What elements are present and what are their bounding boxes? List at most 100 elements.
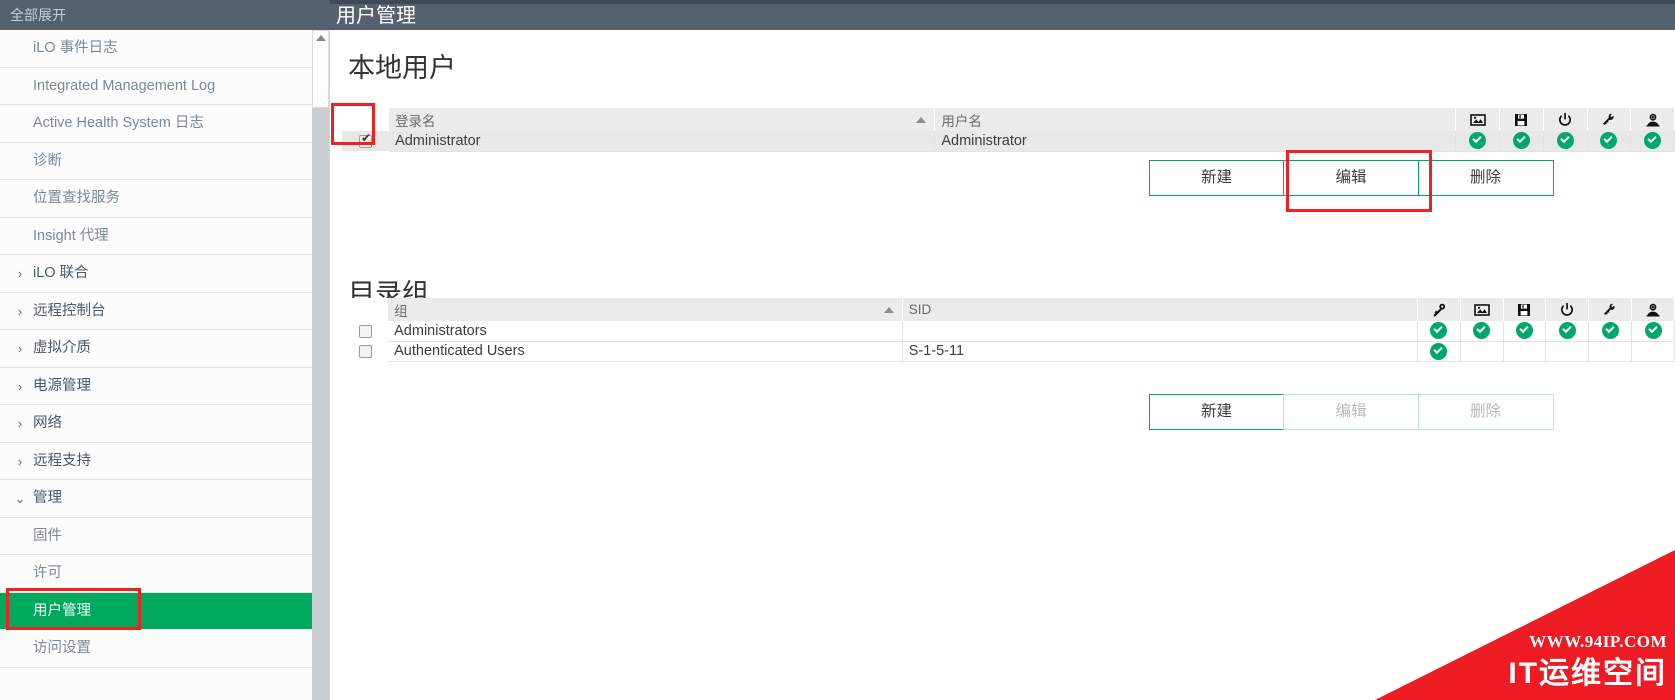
button-label: 删除: [1469, 403, 1501, 420]
sidebar-item-2[interactable]: Integrated Management Log: [0, 67, 312, 105]
column-header-group[interactable]: 组: [388, 298, 903, 321]
sidebar-item-label: 电源管理: [33, 377, 91, 394]
column-header-power-icon[interactable]: [1543, 108, 1588, 131]
row-checkbox[interactable]: [358, 324, 372, 338]
column-header-virtual-media-icon[interactable]: [1503, 298, 1547, 321]
sidebar-item-label: Active Health System 日志: [33, 115, 204, 131]
sidebar-item-13[interactable]: ⌄ 管理: [0, 480, 312, 518]
column-header-administer-users-icon[interactable]: [1631, 298, 1675, 321]
row-checkbox-cell[interactable]: [342, 131, 390, 151]
sidebar-item-label: 位置查找服务: [33, 190, 120, 206]
sidebar-item-10[interactable]: › 电源管理: [0, 367, 312, 405]
sidebar-item-5[interactable]: 位置查找服务: [0, 180, 312, 218]
chevron-right-icon[interactable]: ›: [12, 330, 28, 367]
sidebar-item-9[interactable]: › 虚拟介质: [0, 330, 312, 368]
cell-user_name: Administrator: [934, 131, 1457, 152]
administer-users-icon: [1645, 302, 1661, 318]
chevron-right-icon[interactable]: ›: [12, 368, 28, 405]
chevron-down-icon[interactable]: ⌄: [12, 480, 28, 517]
new-user-button[interactable]: 新建: [1148, 160, 1285, 196]
sidebar-nav[interactable]: iLO 事件日志 Integrated Management Log Active …: [0, 30, 312, 700]
sidebar-item-label: iLO 事件日志: [33, 40, 118, 56]
chevron-right-icon[interactable]: ›: [12, 255, 28, 292]
permission-granted-icon: [1469, 132, 1487, 150]
power-icon: [1559, 302, 1575, 318]
sidebar-scrollbar-track[interactable]: [312, 30, 329, 700]
sidebar-item-label: 网络: [33, 415, 62, 431]
cell-permission-power-icon: [1545, 341, 1590, 362]
scroll-up-arrow-icon[interactable]: [316, 35, 326, 41]
row-checkbox-cell[interactable]: [342, 321, 389, 341]
column-header-configure-settings-icon[interactable]: [1587, 108, 1632, 131]
cell-permission-administer-users-icon: [1631, 341, 1675, 362]
table-row[interactable]: AdministratorAdministrator: [342, 131, 1675, 152]
column-header-remote-console-icon[interactable]: [1460, 298, 1504, 321]
button-label: 编辑: [1335, 403, 1367, 420]
sidebar-item-14[interactable]: 固件: [0, 517, 312, 555]
column-header-label: 用户名: [941, 113, 982, 129]
sort-ascending-icon[interactable]: [883, 307, 894, 313]
column-header-sid[interactable]: SID: [902, 298, 1418, 321]
permission-granted-icon: [1558, 322, 1576, 340]
sidebar-item-12[interactable]: › 远程支持: [0, 442, 312, 480]
expand-all-button[interactable]: 全部展开: [0, 0, 330, 30]
sidebar-item-label: 诊断: [33, 152, 62, 169]
main-content: 本地用户 登录名 用户名 AdministratorAdministrator 新…: [330, 30, 1675, 700]
edit-group-button: 编辑: [1283, 394, 1419, 430]
sidebar-scrollbar-thumb[interactable]: [312, 30, 329, 108]
chevron-right-icon[interactable]: ›: [12, 293, 28, 330]
delete-group-button: 删除: [1417, 394, 1554, 430]
sidebar-item-16[interactable]: 用户管理: [0, 592, 312, 630]
column-header-configure-settings-icon[interactable]: [1588, 298, 1633, 321]
permission-granted-icon: [1644, 132, 1662, 150]
edit-user-button[interactable]: 编辑: [1283, 160, 1419, 196]
column-header-remote-console-icon[interactable]: [1455, 108, 1501, 131]
sort-ascending-icon[interactable]: [916, 117, 927, 123]
cell-permission-remote-console-icon: [1460, 321, 1504, 342]
sidebar-item-label: 管理: [33, 490, 62, 506]
permission-granted-icon: [1601, 322, 1619, 340]
row-checkbox[interactable]: [359, 132, 373, 148]
sidebar-item-label: 用户管理: [33, 602, 91, 619]
sidebar-item-4[interactable]: 诊断: [0, 142, 312, 180]
cell-permission-login-key-icon: [1417, 321, 1461, 342]
column-header-login_name[interactable]: 登录名: [389, 108, 936, 131]
ilo-user-management-page: 全部展开 用户管理 iLO 事件日志 Integrated Management …: [0, 0, 1675, 700]
column-header-administer-users-icon[interactable]: [1630, 108, 1675, 131]
cell-permission-virtual-media-icon: [1503, 321, 1547, 342]
sidebar-item-17[interactable]: 访问设置: [0, 630, 312, 668]
column-header-label: 登录名: [395, 113, 436, 129]
chevron-right-icon[interactable]: ›: [12, 405, 28, 442]
new-group-button[interactable]: 新建: [1148, 394, 1285, 430]
sidebar-item-6[interactable]: Insight 代理: [0, 217, 312, 255]
delete-user-button[interactable]: 删除: [1417, 160, 1554, 196]
sidebar-item-label: iLO 联合: [33, 265, 89, 281]
page-title: 用户管理: [336, 5, 416, 27]
cell-permission-remote-console-icon: [1455, 131, 1501, 152]
table-row[interactable]: Administrators: [342, 321, 1675, 342]
permission-granted-icon: [1430, 322, 1448, 340]
sidebar-item-15[interactable]: 许可: [0, 555, 312, 593]
row-checkbox-cell[interactable]: [342, 341, 389, 361]
column-header-login-key-icon[interactable]: [1417, 298, 1461, 321]
sidebar-item-11[interactable]: › 网络: [0, 405, 312, 443]
button-label: 新建: [1200, 403, 1232, 420]
select-all-header: [342, 298, 389, 321]
sidebar-item-label: 远程支持: [33, 452, 91, 469]
cell-permission-administer-users-icon: [1631, 321, 1675, 342]
sidebar-item-1[interactable]: iLO 事件日志: [0, 30, 312, 68]
column-header-virtual-media-icon[interactable]: [1499, 108, 1544, 131]
column-header-power-icon[interactable]: [1545, 298, 1590, 321]
configure-settings-icon: [1601, 112, 1617, 128]
permission-granted-icon: [1600, 132, 1618, 150]
table-row[interactable]: Authenticated Users S-1-5-11: [342, 341, 1675, 362]
column-header-user_name[interactable]: 用户名: [934, 108, 1457, 131]
row-checkbox[interactable]: [358, 344, 372, 358]
sidebar-item-8[interactable]: › 远程控制台: [0, 292, 312, 330]
cell-permission-administer-users-icon: [1630, 131, 1675, 152]
permission-granted-icon: [1430, 342, 1448, 360]
sidebar-item-3[interactable]: Active Health System 日志: [0, 105, 312, 143]
chevron-right-icon[interactable]: ›: [12, 443, 28, 480]
cell-permission-configure-settings-icon: [1588, 341, 1633, 362]
sidebar-item-7[interactable]: › iLO 联合: [0, 255, 312, 293]
